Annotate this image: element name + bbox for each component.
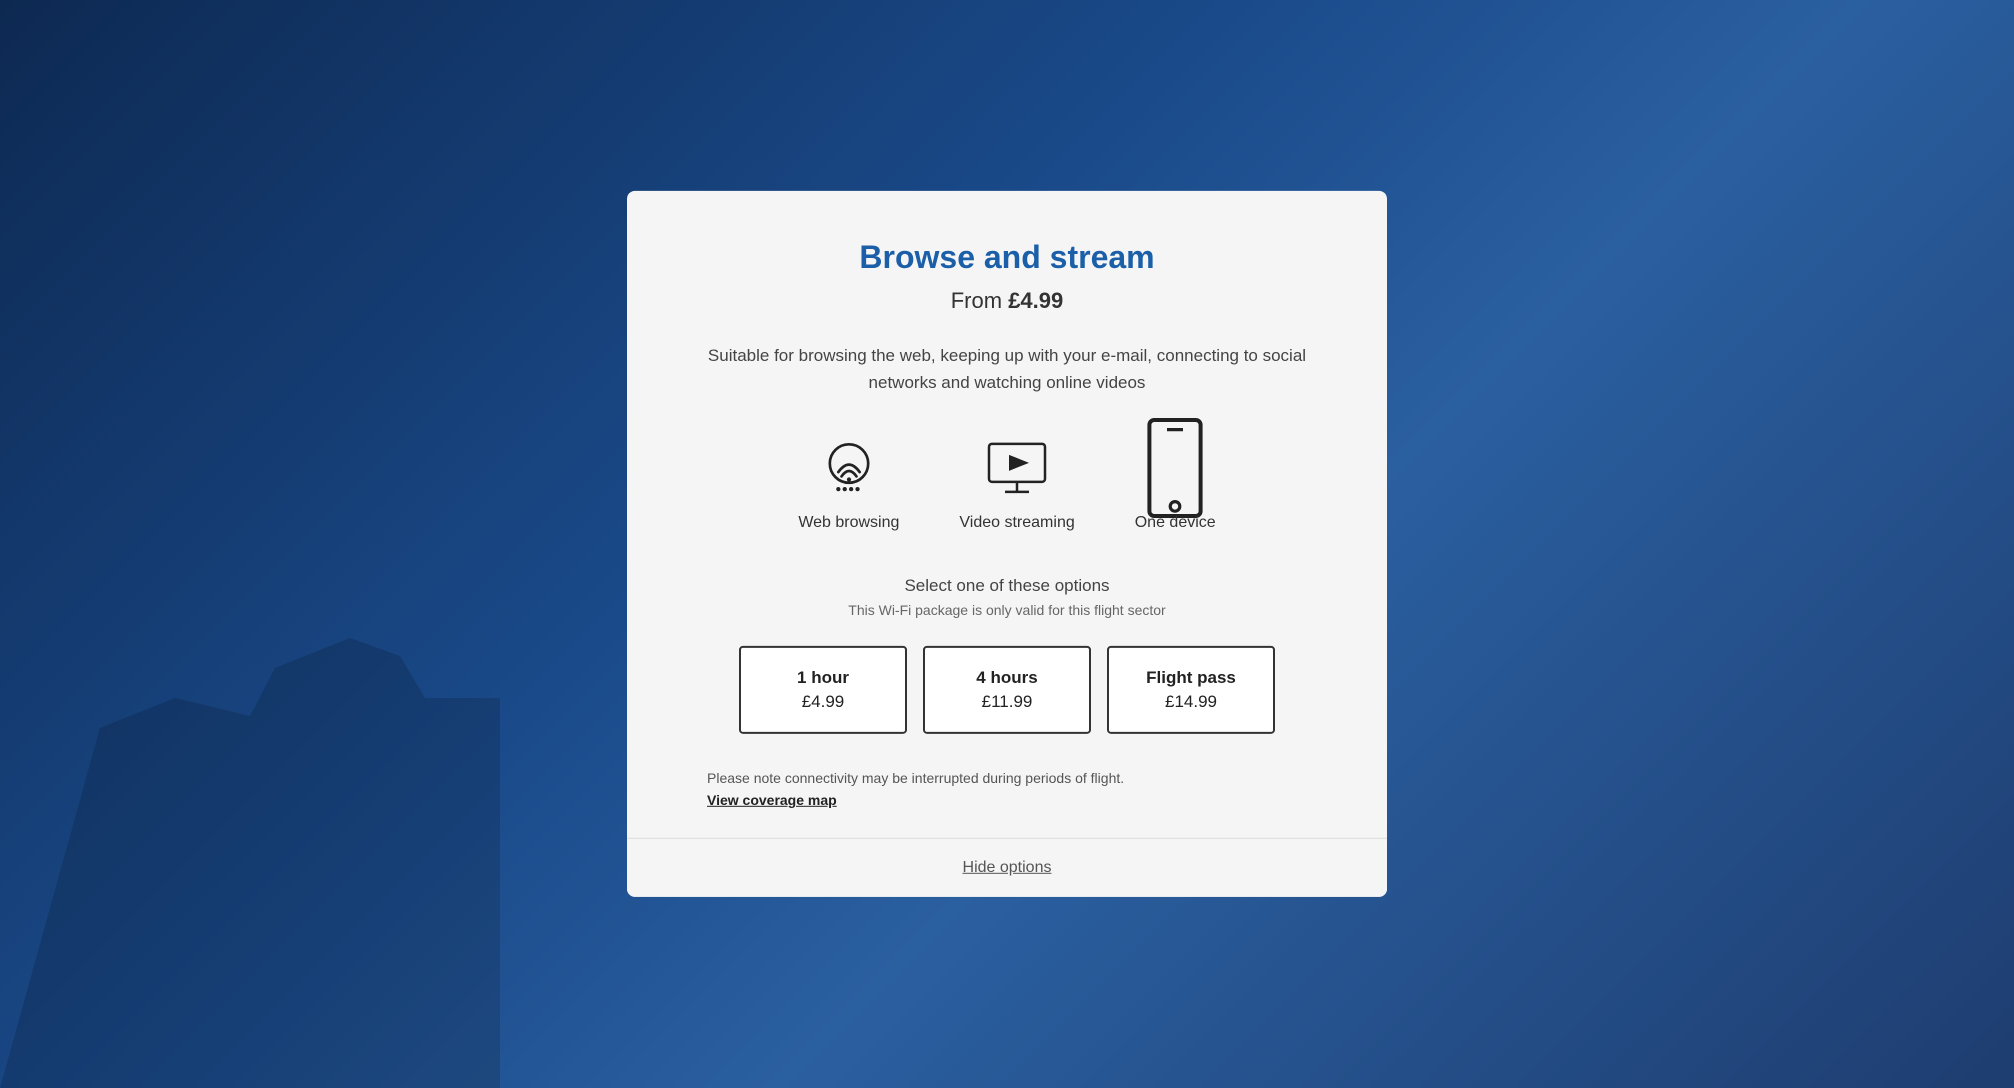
feature-one-device: One device bbox=[1135, 436, 1216, 532]
wifi-icon bbox=[817, 436, 881, 500]
option-4hours-price: £11.99 bbox=[941, 692, 1073, 712]
hide-options-button[interactable]: Hide options bbox=[963, 859, 1052, 877]
feature-web-label: Web browsing bbox=[798, 514, 899, 532]
notice-text: Please note connectivity may be interrup… bbox=[707, 770, 1307, 786]
feature-web-browsing: Web browsing bbox=[798, 436, 899, 532]
features-row: Web browsing Video streaming bbox=[707, 436, 1307, 532]
price-line: From £4.99 bbox=[707, 288, 1307, 314]
feature-video-streaming: Video streaming bbox=[959, 436, 1074, 532]
modal-content: Browse and stream From £4.99 Suitable fo… bbox=[627, 191, 1387, 838]
modal: Browse and stream From £4.99 Suitable fo… bbox=[627, 191, 1387, 897]
select-subtitle: This Wi-Fi package is only valid for thi… bbox=[707, 602, 1307, 618]
option-1hour-price: £4.99 bbox=[757, 692, 889, 712]
modal-footer: Hide options bbox=[627, 838, 1387, 897]
option-1hour-duration: 1 hour bbox=[757, 668, 889, 688]
option-flight-pass-price: £14.99 bbox=[1125, 692, 1257, 712]
device-icon bbox=[1143, 436, 1207, 500]
select-title: Select one of these options bbox=[707, 576, 1307, 596]
option-flight-pass-button[interactable]: Flight pass £14.99 bbox=[1107, 646, 1275, 734]
price-value: £4.99 bbox=[1008, 288, 1063, 313]
option-4hours-duration: 4 hours bbox=[941, 668, 1073, 688]
price-prefix: From bbox=[951, 288, 1008, 313]
video-icon bbox=[985, 436, 1049, 500]
feature-device-label: One device bbox=[1135, 514, 1216, 532]
notice-section: Please note connectivity may be interrup… bbox=[707, 770, 1307, 838]
description-text: Suitable for browsing the web, keeping u… bbox=[707, 342, 1307, 396]
modal-title: Browse and stream bbox=[707, 239, 1307, 276]
option-flight-pass-duration: Flight pass bbox=[1125, 668, 1257, 688]
feature-video-label: Video streaming bbox=[959, 514, 1074, 532]
option-1hour-button[interactable]: 1 hour £4.99 bbox=[739, 646, 907, 734]
option-4hours-button[interactable]: 4 hours £11.99 bbox=[923, 646, 1091, 734]
select-section: Select one of these options This Wi-Fi p… bbox=[707, 576, 1307, 618]
options-grid: 1 hour £4.99 4 hours £11.99 Flight pass … bbox=[707, 646, 1307, 734]
coverage-map-link[interactable]: View coverage map bbox=[707, 792, 837, 808]
